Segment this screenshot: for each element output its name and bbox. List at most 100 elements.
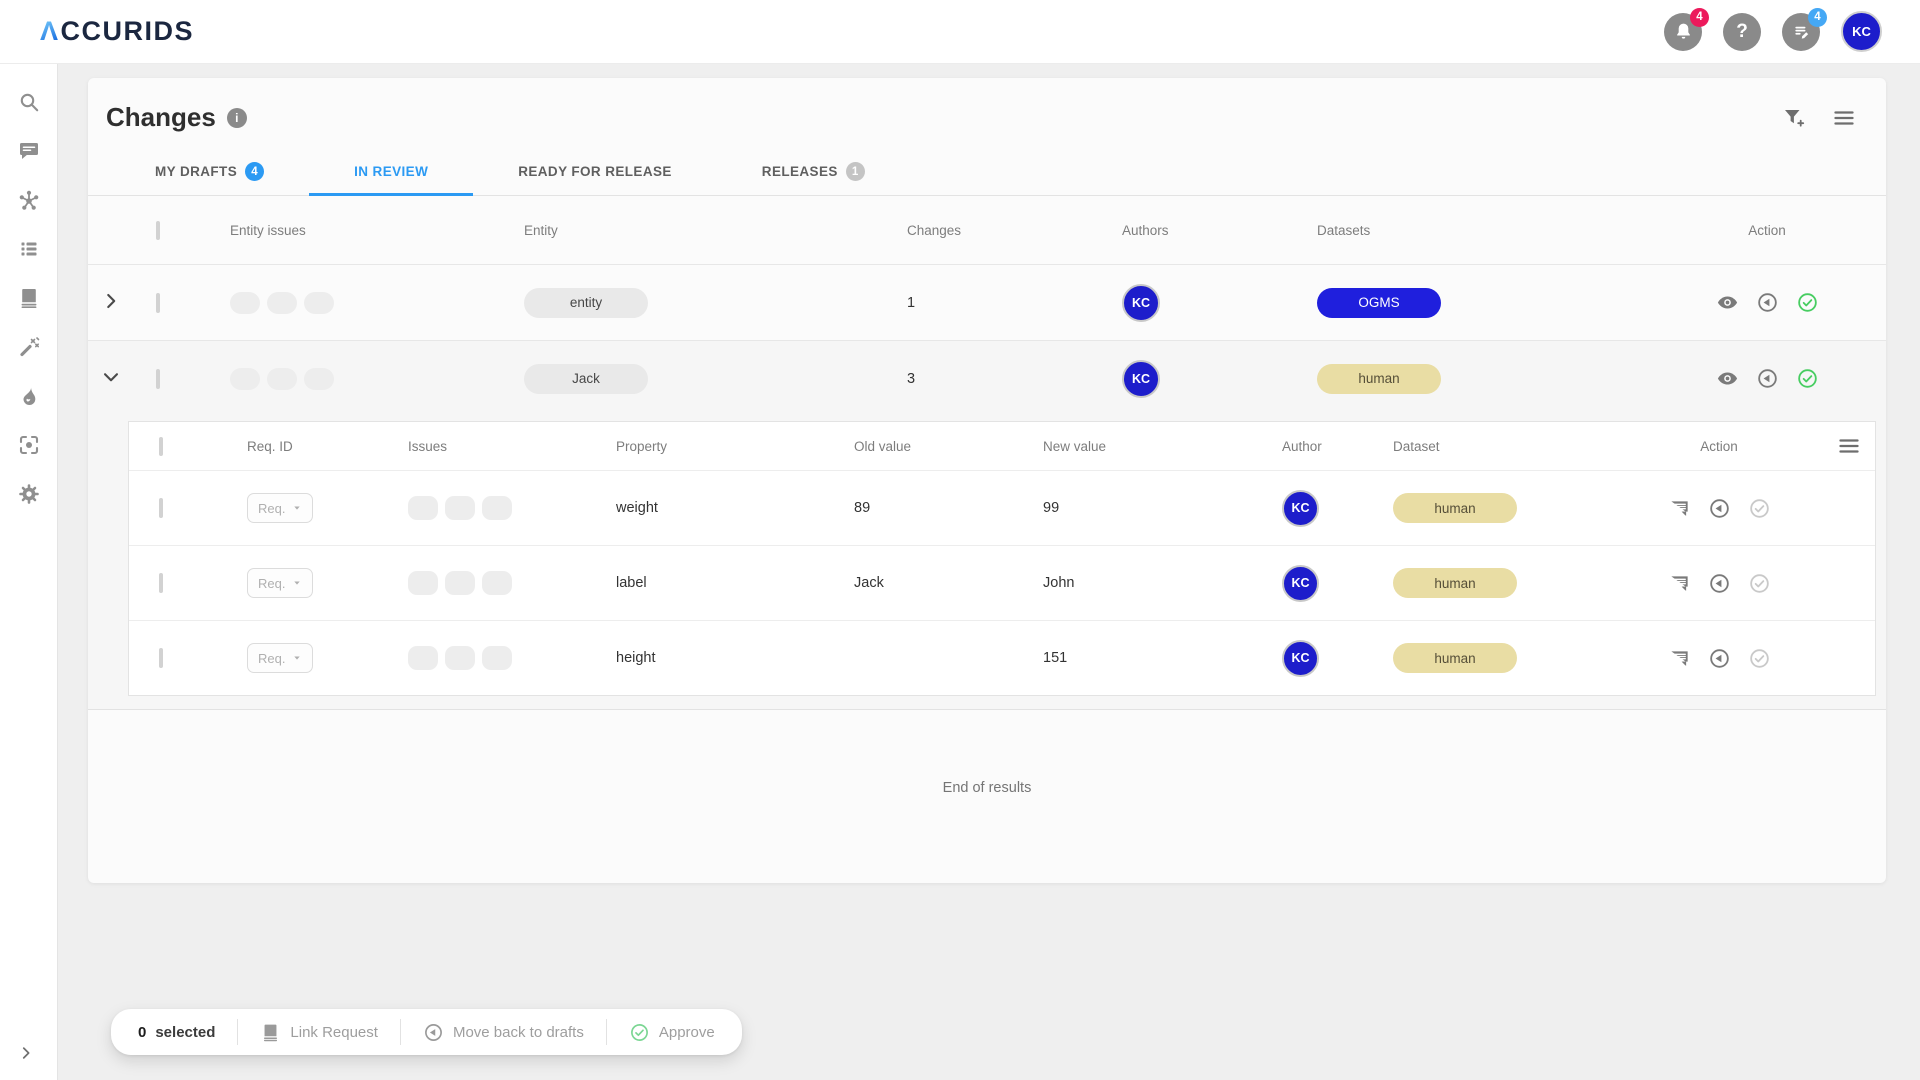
sidebar-item-search[interactable] [17, 90, 41, 114]
subtable-select-all-checkbox[interactable] [159, 437, 163, 456]
row-checkbox[interactable] [156, 293, 160, 313]
issue-placeholders [392, 646, 600, 670]
dataset-chip[interactable]: human [1393, 493, 1517, 523]
move-back-button[interactable] [1756, 291, 1779, 314]
req-id-dropdown[interactable]: Req. [247, 493, 313, 523]
row-checkbox[interactable] [159, 573, 163, 593]
divider [400, 1019, 401, 1045]
sidebar-item-settings[interactable] [17, 482, 41, 506]
changes-card: Changes i MY DRAFTS 4 IN REVIEW READY FO… [88, 78, 1886, 883]
req-id-dropdown[interactable]: Req. [247, 568, 313, 598]
sidebar-item-focus[interactable] [17, 433, 41, 457]
link-request-button[interactable]: Link Request [260, 1022, 378, 1043]
col-dataset: Dataset [1377, 439, 1569, 454]
caret-down-icon [292, 653, 302, 663]
approve-button[interactable] [1796, 291, 1819, 314]
move-back-button[interactable] [1708, 572, 1731, 595]
sidebar-item-graph[interactable] [17, 188, 41, 212]
table-row: Jack 3 KC human [88, 340, 1886, 416]
select-all-checkbox[interactable] [156, 221, 160, 240]
add-filter-icon[interactable] [1782, 106, 1806, 130]
row-checkbox[interactable] [156, 369, 160, 389]
entity-chip[interactable]: Jack [524, 364, 648, 394]
new-value: 99 [1027, 500, 1266, 516]
focus-icon [17, 433, 41, 457]
col-entity: Entity [508, 223, 891, 238]
comment-button[interactable] [1668, 647, 1691, 670]
revert-icon [423, 1022, 444, 1043]
requests-button[interactable]: 4 [1782, 13, 1820, 51]
entity-chip[interactable]: entity [524, 288, 648, 318]
user-avatar-menu[interactable]: KC [1841, 11, 1882, 52]
check-circle-icon [629, 1022, 650, 1043]
col-old-value: Old value [838, 439, 1027, 454]
bottom-action-bar: 0 selected Link Request Move back to dra… [111, 1009, 742, 1055]
chat-icon [17, 139, 41, 163]
dataset-chip[interactable]: human [1393, 568, 1517, 598]
issue-placeholders [392, 571, 600, 595]
comment-button[interactable] [1668, 572, 1691, 595]
author-avatar: KC [1122, 284, 1160, 322]
sidebar-item-activity[interactable] [17, 384, 41, 408]
move-back-to-drafts-button[interactable]: Move back to drafts [423, 1022, 584, 1043]
tabs: MY DRAFTS 4 IN REVIEW READY FOR RELEASE … [88, 147, 1886, 196]
view-button[interactable] [1716, 291, 1739, 314]
tab-in-review[interactable]: IN REVIEW [309, 147, 473, 195]
approve-button[interactable] [1796, 367, 1819, 390]
row-checkbox[interactable] [159, 498, 163, 518]
eye-icon [1716, 367, 1739, 390]
search-icon [17, 90, 41, 114]
notifications-button[interactable]: 4 [1664, 13, 1702, 51]
top-bar: ΛCCURIDS 4 ? 4 KC [0, 0, 1920, 64]
chevron-right-icon [17, 1044, 35, 1062]
releases-badge: 1 [846, 162, 865, 181]
check-circle-icon [1748, 497, 1771, 520]
subtable-menu-icon[interactable] [1837, 434, 1861, 458]
help-button[interactable]: ? [1723, 13, 1761, 51]
move-back-button[interactable] [1708, 497, 1731, 520]
book-icon [17, 286, 41, 310]
sidebar-item-comments[interactable] [17, 139, 41, 163]
brand-logo[interactable]: ΛCCURIDS [40, 16, 194, 47]
eye-icon [1716, 291, 1739, 314]
author-avatar: KC [1122, 360, 1160, 398]
view-button[interactable] [1716, 367, 1739, 390]
author-avatar: KC [1282, 565, 1319, 602]
approve-button-disabled[interactable] [1748, 572, 1771, 595]
hamburger-icon [1837, 434, 1861, 458]
expand-row-button[interactable] [100, 300, 122, 316]
sidebar-item-lists[interactable] [17, 237, 41, 261]
sidebar-item-datasets[interactable] [17, 286, 41, 310]
question-icon: ? [1736, 21, 1748, 43]
changes-count: 1 [891, 295, 1106, 311]
dataset-chip[interactable]: human [1393, 643, 1517, 673]
move-back-button[interactable] [1708, 647, 1731, 670]
row-checkbox[interactable] [159, 648, 163, 668]
check-circle-icon [1796, 291, 1819, 314]
approve-button[interactable]: Approve [629, 1022, 715, 1043]
approve-button-disabled[interactable] [1748, 497, 1771, 520]
property-value: height [600, 650, 838, 666]
old-value: 89 [838, 500, 1027, 516]
caret-down-icon [292, 578, 302, 588]
tab-releases[interactable]: RELEASES 1 [717, 147, 910, 195]
brand-logo-accent: Λ [40, 16, 60, 47]
info-icon[interactable]: i [227, 108, 247, 128]
col-new-value: New value [1027, 439, 1266, 454]
tab-my-drafts[interactable]: MY DRAFTS 4 [110, 147, 309, 195]
move-back-button[interactable] [1756, 367, 1779, 390]
tab-ready-for-release[interactable]: READY FOR RELEASE [473, 147, 717, 195]
table-menu-icon[interactable] [1832, 106, 1856, 130]
dataset-chip[interactable]: human [1317, 364, 1441, 394]
property-value: label [600, 575, 838, 591]
dataset-chip[interactable]: OGMS [1317, 288, 1441, 318]
collapse-row-button[interactable] [100, 376, 122, 392]
req-id-dropdown[interactable]: Req. [247, 643, 313, 673]
sidebar-item-wizard[interactable] [17, 335, 41, 359]
caret-down-icon [292, 503, 302, 513]
approve-button-disabled[interactable] [1748, 647, 1771, 670]
graph-hub-icon [17, 188, 41, 212]
revert-icon [1756, 367, 1779, 390]
sidebar-expand-button[interactable] [17, 1044, 41, 1068]
comment-button[interactable] [1668, 497, 1691, 520]
